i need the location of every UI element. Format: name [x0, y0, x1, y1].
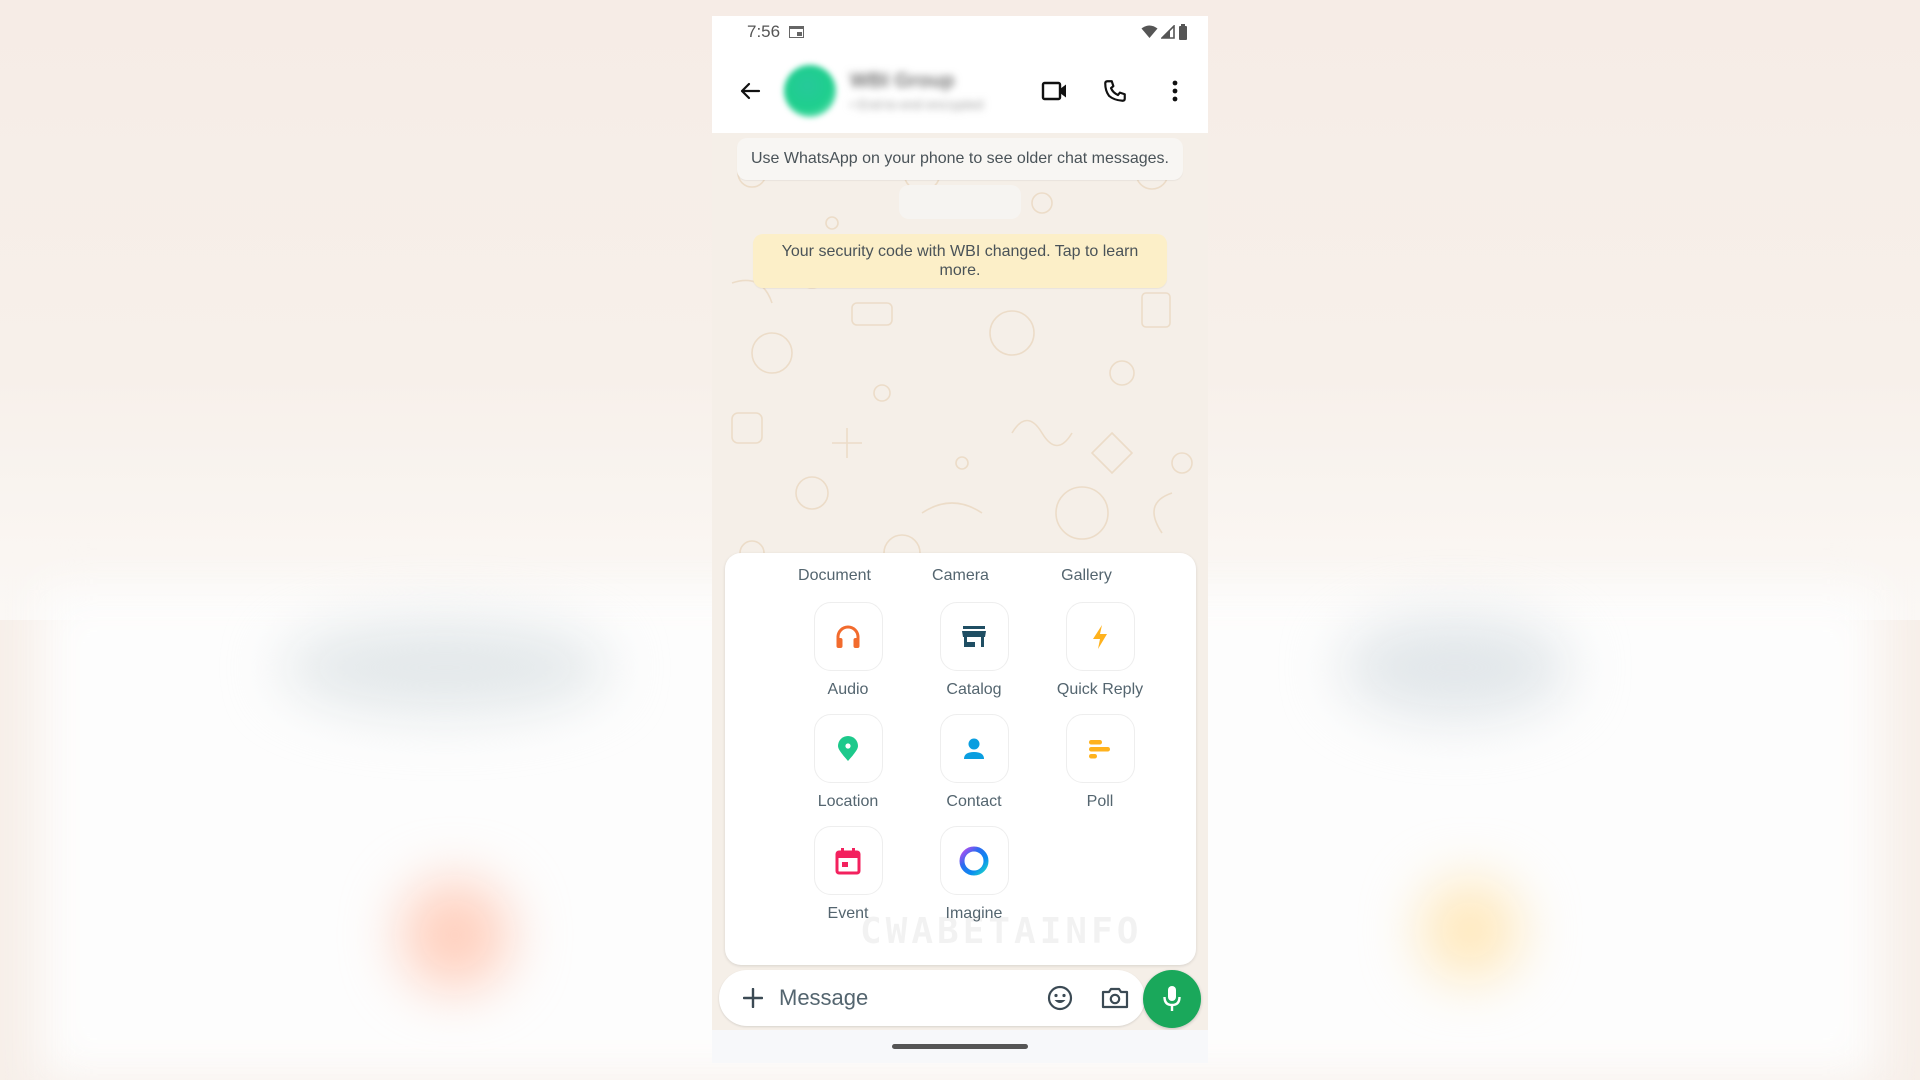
attach-location[interactable]: Location [785, 714, 911, 811]
system-nav-bar [712, 1030, 1208, 1063]
attach-location-tile [813, 714, 883, 783]
arrow-left-icon [740, 82, 761, 99]
poll-icon [1089, 739, 1110, 758]
wifi-icon [1141, 25, 1158, 38]
map-pin-icon [838, 735, 858, 761]
attach-quick-reply-tile [1065, 602, 1135, 671]
backdrop-blob [280, 620, 610, 715]
watermark: CWABETAINFO [860, 911, 1143, 952]
emoji-icon [1047, 985, 1073, 1011]
more-vertical-icon [1172, 80, 1178, 101]
plus-icon [743, 988, 763, 1008]
headphones-icon [836, 625, 860, 648]
back-button[interactable] [730, 71, 770, 111]
backdrop-blob [1420, 880, 1520, 980]
attach-catalog-label: Catalog [946, 681, 1002, 698]
attach-quick-reply-label: Quick Reply [1056, 681, 1144, 698]
attach-event[interactable]: Event [785, 826, 911, 923]
status-icons [1141, 24, 1188, 40]
security-code-notice[interactable]: Your security code with WBI changed. Tap… [753, 234, 1167, 288]
voice-message-button[interactable] [1143, 970, 1201, 1028]
lightning-bolt-icon [1093, 624, 1107, 649]
backdrop-blob [400, 880, 510, 990]
video-call-icon [1041, 81, 1066, 100]
signal-icon [1161, 25, 1175, 39]
older-messages-notice: Use WhatsApp on your phone to see older … [737, 138, 1183, 180]
attach-poll-label: Poll [1086, 793, 1114, 810]
attach-location-label: Location [817, 793, 879, 810]
attachment-top-row: Document Camera Gallery [725, 567, 1196, 585]
attach-contact-label: Contact [946, 793, 1002, 810]
attach-audio-tile [813, 602, 883, 671]
attach-contact[interactable]: Contact [911, 714, 1037, 811]
attach-catalog[interactable]: Catalog [911, 602, 1037, 699]
meta-ai-ring-icon [959, 846, 989, 875]
camera-button[interactable] [1095, 978, 1135, 1018]
camera-icon [1101, 987, 1129, 1009]
attach-gallery[interactable]: Gallery [1024, 567, 1150, 585]
video-call-button[interactable] [1034, 70, 1076, 112]
phone-screen: 7:56 WBI Group • End-to-end encrypted Us… [712, 16, 1208, 1063]
attach-event-tile [813, 826, 883, 895]
attach-audio[interactable]: Audio [785, 602, 911, 699]
group-avatar[interactable] [784, 64, 836, 117]
chat-subtitle: • End-to-end encrypted [850, 96, 984, 112]
chat-title: WBI Group [850, 69, 955, 92]
attach-button[interactable] [733, 978, 773, 1018]
calendar-icon [789, 26, 805, 38]
more-options-button[interactable] [1154, 70, 1196, 112]
attach-document[interactable]: Document [772, 567, 898, 585]
message-composer [719, 970, 1145, 1026]
backdrop-blob [1340, 615, 1570, 720]
home-gesture-handle[interactable] [892, 1044, 1028, 1049]
status-bar: 7:56 [712, 16, 1208, 48]
message-input[interactable] [779, 985, 1019, 1011]
attach-imagine-tile [939, 826, 1009, 895]
attach-audio-label: Audio [827, 681, 869, 698]
attach-poll[interactable]: Poll [1037, 714, 1163, 811]
phone-icon [1104, 79, 1126, 102]
voice-call-button[interactable] [1094, 70, 1136, 112]
attach-poll-tile [1065, 714, 1135, 783]
attach-quick-reply[interactable]: Quick Reply [1037, 602, 1163, 699]
microphone-icon [1163, 986, 1181, 1011]
battery-icon [1179, 24, 1187, 40]
header-actions [1034, 70, 1196, 112]
calendar-event-icon [835, 847, 861, 874]
attachment-grid: Audio Catalog Quick Reply Location Conta… [785, 602, 1163, 923]
status-time: 7:56 [747, 22, 781, 41]
chat-header: WBI Group • End-to-end encrypted [712, 48, 1208, 133]
storefront-icon [962, 625, 986, 647]
attach-contact-tile [939, 714, 1009, 783]
attachment-panel: Document Camera Gallery Audio Catalog Qu… [725, 553, 1196, 965]
person-icon [964, 738, 984, 759]
attach-imagine[interactable]: Imagine [911, 826, 1037, 923]
attach-camera[interactable]: Camera [898, 567, 1024, 585]
date-chip [899, 185, 1021, 219]
attach-catalog-tile [939, 602, 1009, 671]
emoji-button[interactable] [1040, 978, 1080, 1018]
chat-title-block[interactable]: WBI Group • End-to-end encrypted [850, 70, 983, 112]
